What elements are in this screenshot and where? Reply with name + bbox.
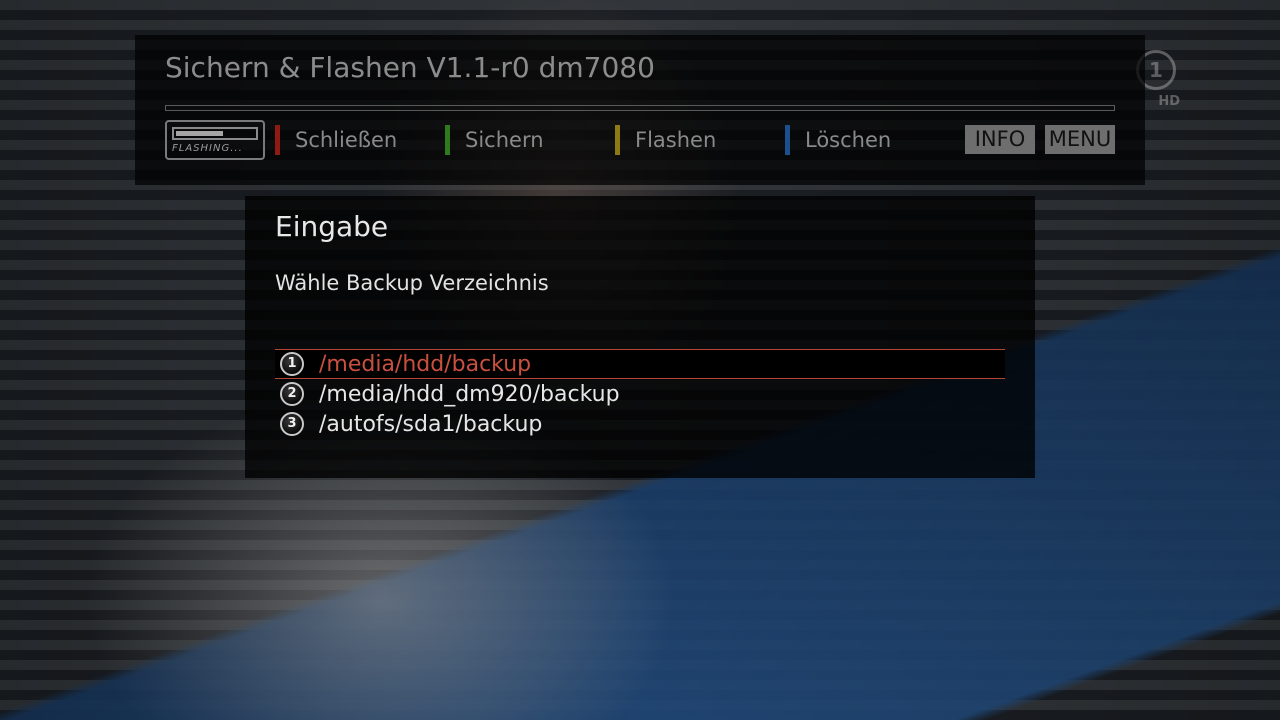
list-item[interactable]: 3 /autofs/sda1/backup (275, 409, 1005, 439)
flash-progress-fill (176, 131, 223, 136)
header-panel: Sichern & Flashen V1.1-r0 dm7080 FLASHIN… (135, 35, 1145, 185)
yellow-key-label: Flashen (635, 128, 717, 152)
yellow-key-swatch (615, 125, 620, 155)
red-key-swatch (275, 125, 280, 155)
list-item-label: /autofs/sda1/backup (319, 411, 543, 437)
green-key-label: Sichern (465, 128, 544, 152)
blue-key-label: Löschen (805, 128, 892, 152)
number-3-icon: 3 (280, 412, 304, 436)
tv-screen: 1 HD Sichern & Flashen V1.1-r0 dm7080 FL… (0, 0, 1280, 720)
info-button[interactable]: INFO (965, 125, 1035, 154)
dialog-prompt: Wähle Backup Verzeichnis (275, 271, 549, 295)
menu-button[interactable]: MENU (1045, 125, 1115, 154)
flash-progress-bar (172, 127, 258, 140)
number-2-icon: 2 (280, 382, 304, 406)
backup-directory-list: 1 /media/hdd/backup 2 /media/hdd_dm920/b… (275, 349, 1005, 439)
list-item[interactable]: 2 /media/hdd_dm920/backup (275, 379, 1005, 409)
header-divider (165, 105, 1115, 111)
flashing-icon-text: FLASHING... (172, 143, 243, 154)
green-key-backup[interactable]: Sichern (445, 125, 544, 155)
blue-key-swatch (785, 125, 790, 155)
blue-key-delete[interactable]: Löschen (785, 125, 891, 155)
list-item[interactable]: 1 /media/hdd/backup (275, 349, 1005, 379)
red-key-close[interactable]: Schließen (275, 125, 397, 155)
dialog-title: Eingabe (275, 210, 389, 243)
list-item-label: /media/hdd_dm920/backup (319, 381, 620, 407)
yellow-key-flash[interactable]: Flashen (615, 125, 716, 155)
green-key-swatch (445, 125, 450, 155)
input-dialog: Eingabe Wähle Backup Verzeichnis 1 /medi… (245, 196, 1035, 478)
window-title: Sichern & Flashen V1.1-r0 dm7080 (165, 51, 655, 84)
list-item-label: /media/hdd/backup (319, 351, 532, 377)
red-key-label: Schließen (295, 128, 398, 152)
flashing-icon: FLASHING... (165, 120, 265, 160)
number-1-icon: 1 (280, 352, 304, 376)
